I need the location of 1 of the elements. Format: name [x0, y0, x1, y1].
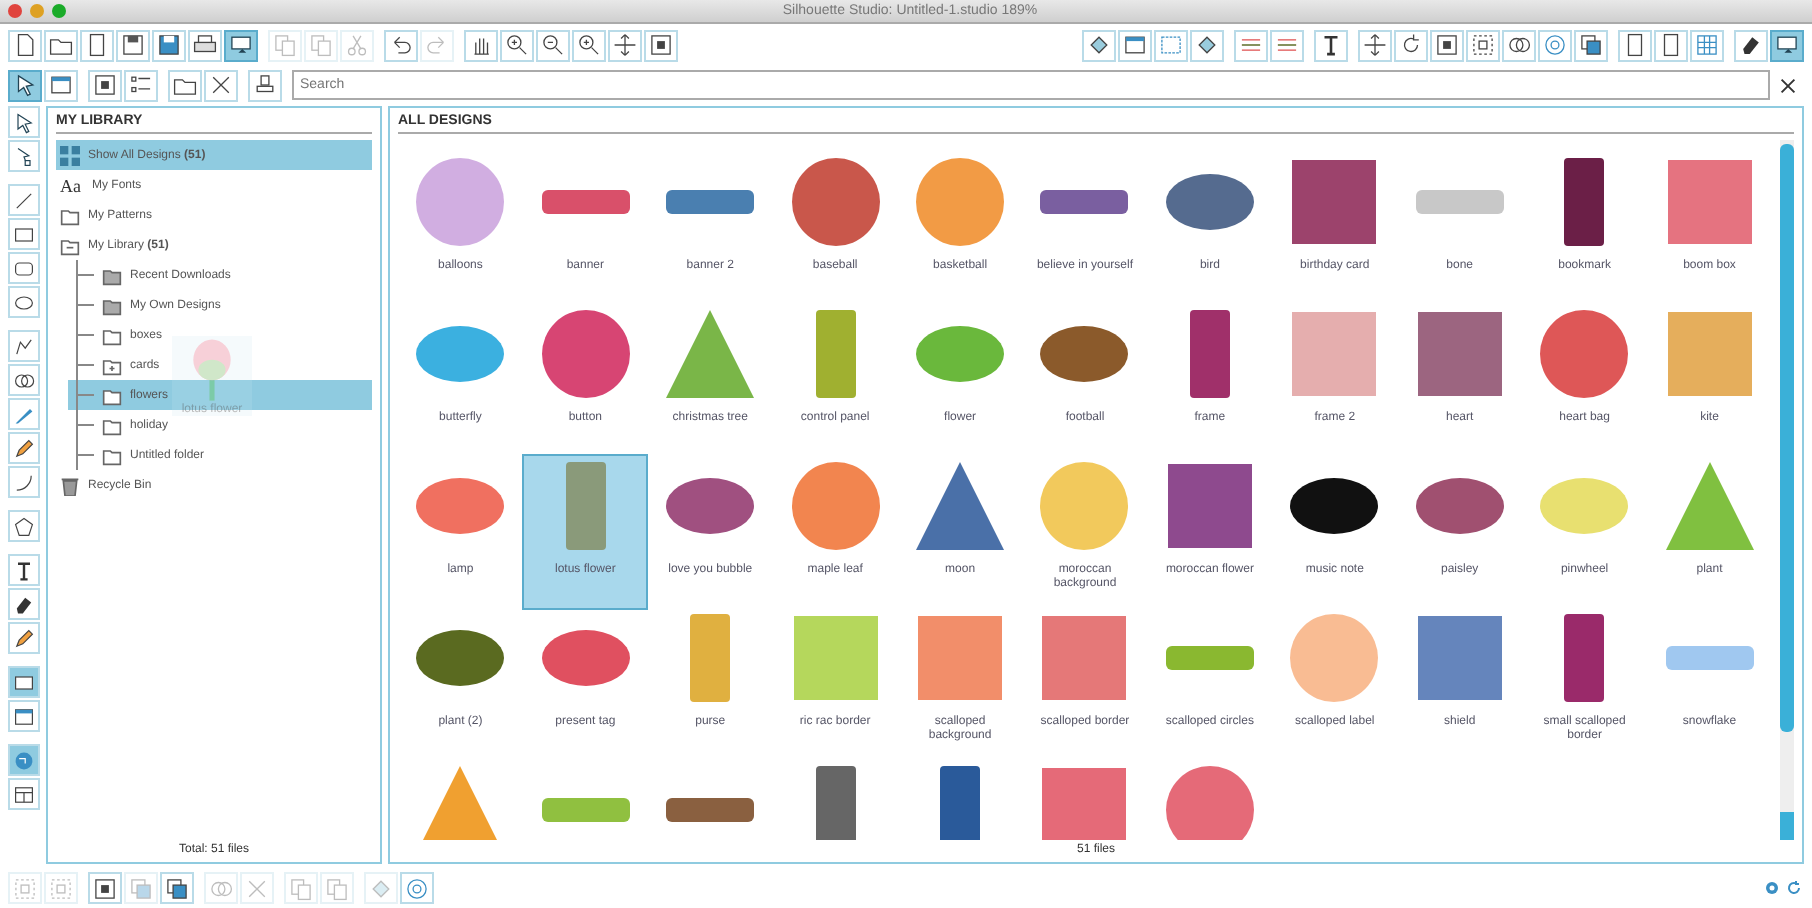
font-icon: Aa [60, 175, 84, 195]
